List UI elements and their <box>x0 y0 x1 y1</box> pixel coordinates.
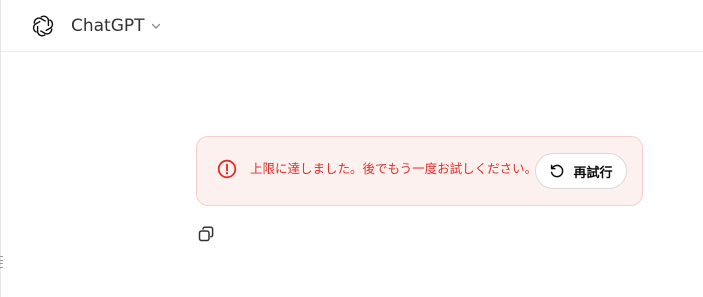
openai-logo-icon[interactable] <box>31 14 55 38</box>
model-name: ChatGPT <box>71 16 145 36</box>
copy-icon <box>197 225 215 247</box>
retry-label: 再試行 <box>573 165 613 181</box>
chevron-down-icon <box>150 20 162 32</box>
retry-button[interactable]: 再試行 <box>535 153 627 189</box>
resize-handle[interactable] <box>0 256 3 268</box>
alert-circle-icon <box>216 158 238 180</box>
error-message: 上限に達しました。後でもう一度お試しください。 <box>250 161 538 176</box>
chat-page: ChatGPT 上限に達しました。後でもう一度お試しください。 再試行 <box>0 0 703 297</box>
rotate-ccw-icon <box>549 163 565 179</box>
rate-limit-error-banner: 上限に達しました。後でもう一度お試しください。 再試行 <box>196 136 643 206</box>
top-bar: ChatGPT <box>1 0 703 52</box>
model-switcher-button[interactable]: ChatGPT <box>63 10 170 42</box>
copy-button[interactable] <box>195 225 217 247</box>
